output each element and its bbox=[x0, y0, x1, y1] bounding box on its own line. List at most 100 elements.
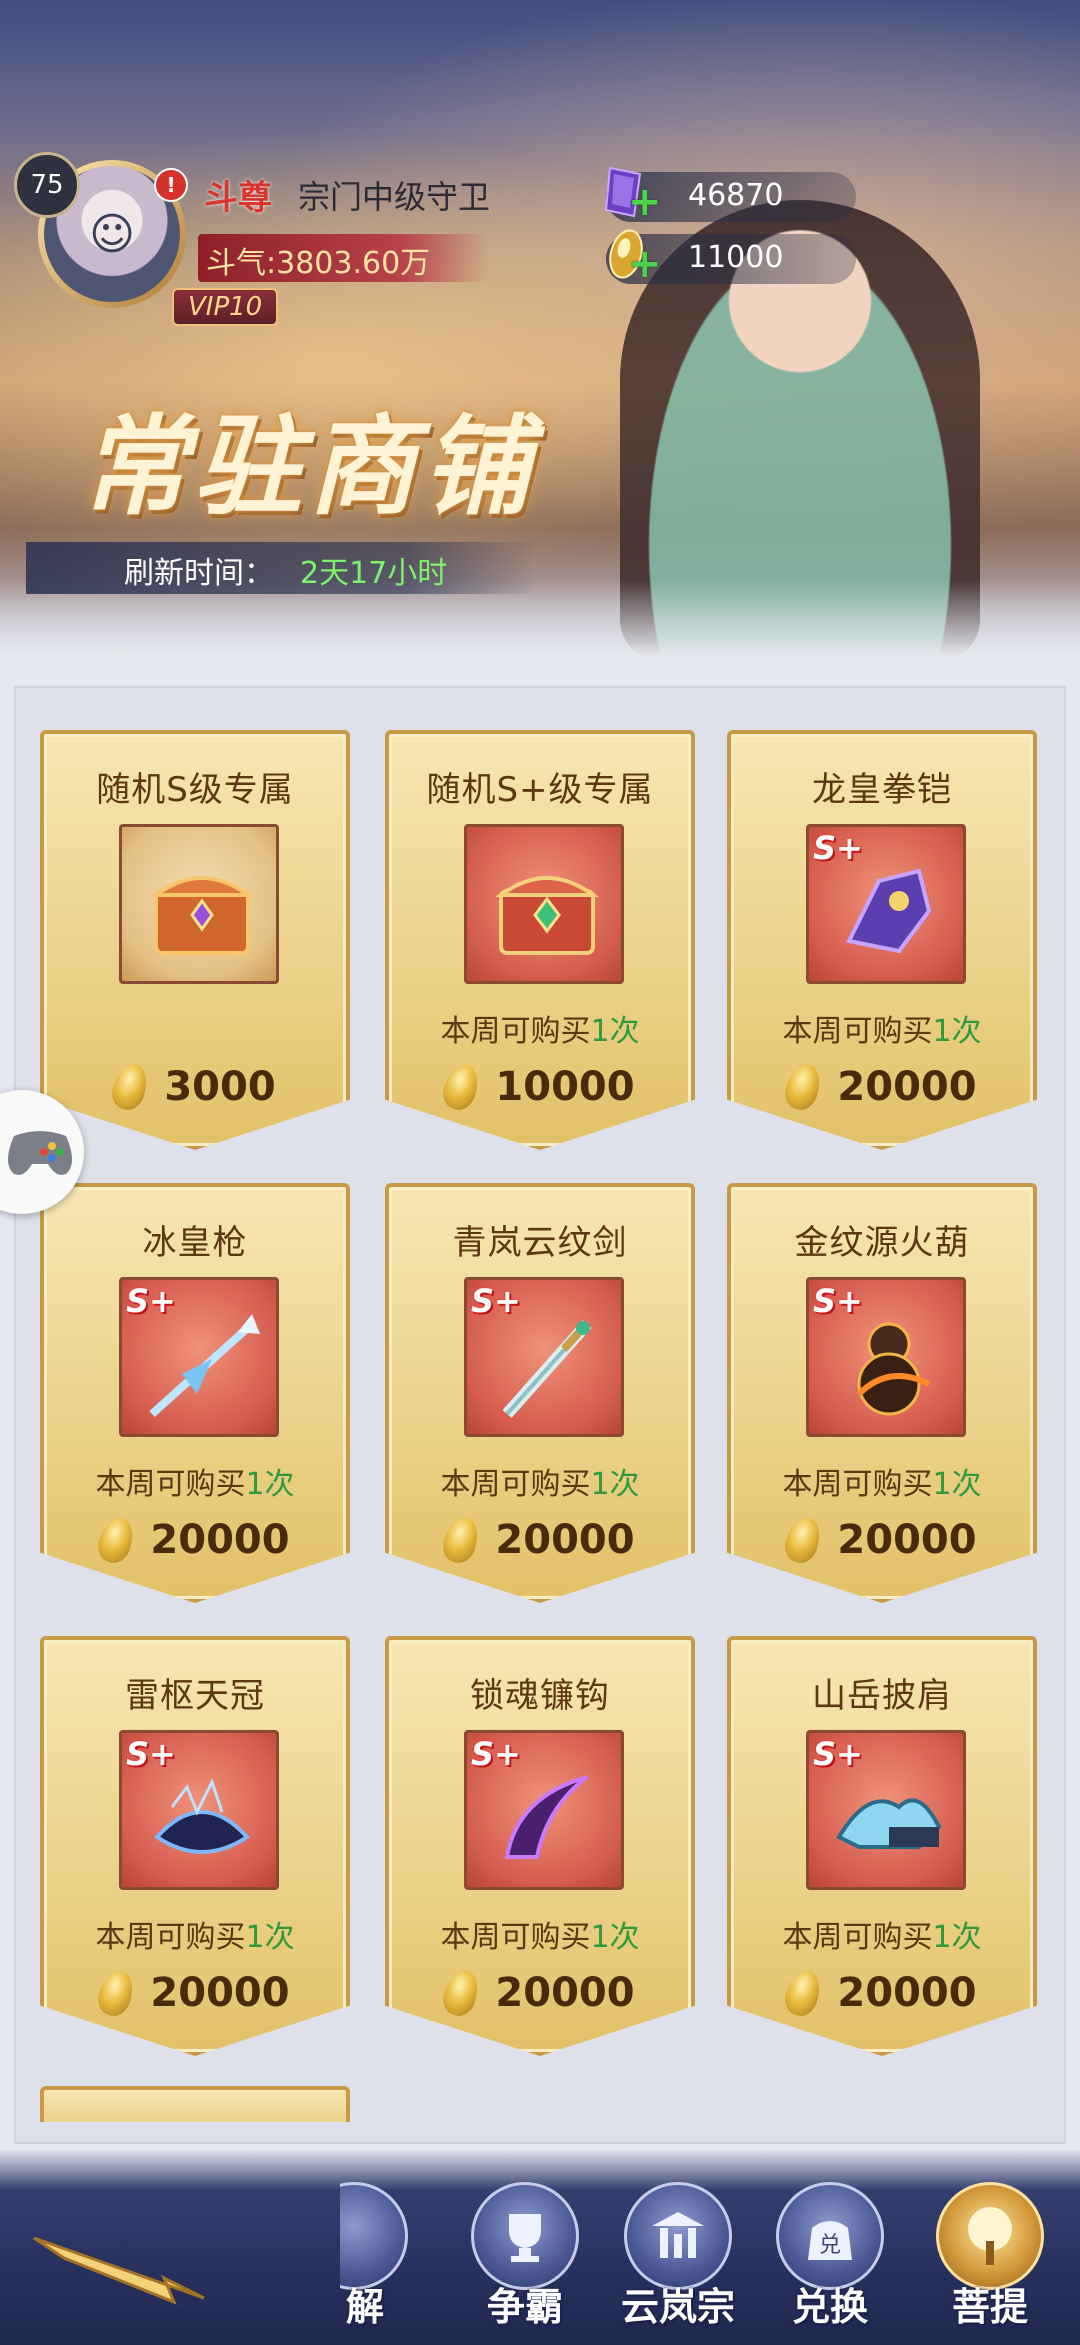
price-row: 10000 bbox=[389, 1060, 691, 1114]
nav-item-contest[interactable]: 争霸 bbox=[465, 2172, 585, 2342]
trophy-icon bbox=[509, 2214, 541, 2262]
gold-crystal-icon bbox=[781, 1966, 826, 2020]
item-frame bbox=[119, 824, 279, 984]
alert-badge: ! bbox=[154, 168, 188, 202]
item-frame: S+ bbox=[464, 1277, 624, 1437]
crown-icon bbox=[153, 1778, 251, 1854]
item-price: 20000 bbox=[837, 1064, 977, 1110]
purchase-limit: 本周可购买1次 bbox=[440, 1014, 640, 1049]
item-frame: S+ bbox=[119, 1277, 279, 1437]
sickle-icon bbox=[504, 1775, 589, 1859]
gauntlet-icon bbox=[846, 868, 932, 954]
nav-item-sect[interactable]: 云岚宗 bbox=[618, 2172, 738, 2342]
nav-label: 菩提 bbox=[951, 2285, 1028, 2329]
shop-item-card[interactable]: 冰皇枪 S+ 本周可购买1次 20000 bbox=[40, 1183, 350, 1603]
nav-item-bodhi[interactable]: 菩提 bbox=[930, 2172, 1050, 2342]
price-row: 3000 bbox=[44, 1060, 346, 1114]
shop-title: 常驻商铺 bbox=[80, 404, 537, 530]
vip-badge[interactable]: VIP10 bbox=[172, 288, 279, 326]
price-row: 20000 bbox=[731, 1513, 1033, 1567]
nav-icon-frame bbox=[624, 2182, 732, 2290]
shop-item-card[interactable]: 龙皇拳铠 S+ 本周可购买1次 20000 bbox=[727, 730, 1037, 1150]
item-frame: S+ bbox=[806, 1277, 966, 1437]
item-price: 20000 bbox=[150, 1970, 290, 2016]
shop-item-card[interactable]: 随机S+级专属 本周可购买1次 10000 bbox=[385, 730, 695, 1150]
player-name: 宗门中级守卫 bbox=[298, 178, 491, 216]
sect-gate-icon bbox=[652, 2212, 704, 2258]
gold-crystal-icon bbox=[94, 1513, 139, 1567]
item-price: 20000 bbox=[150, 1517, 290, 1563]
player-level-badge: 75 bbox=[14, 152, 80, 218]
sword-icon bbox=[502, 1320, 592, 1418]
item-name: 金纹源火葫 bbox=[794, 1223, 970, 1263]
exchange-badge-text: 兑 bbox=[819, 2233, 841, 2258]
item-name: 山岳披肩 bbox=[812, 1676, 952, 1716]
back-arrow-icon[interactable] bbox=[24, 2218, 224, 2308]
exchange-bag-icon: 兑 bbox=[808, 2221, 852, 2260]
shop-item-card[interactable]: 山岳披肩 S+ 本周可购买1次 20000 bbox=[727, 1636, 1037, 2056]
item-price: 20000 bbox=[495, 1517, 635, 1563]
shop-item-card-partial[interactable] bbox=[40, 2086, 350, 2122]
purchase-limit: 本周可购买1次 bbox=[782, 1014, 982, 1049]
gold-crystal-icon bbox=[781, 1513, 826, 1567]
price-row: 20000 bbox=[731, 1966, 1033, 2020]
item-price: 20000 bbox=[837, 1970, 977, 2016]
nav-label: 争霸 bbox=[486, 2285, 563, 2329]
gold-crystal-icon bbox=[94, 1966, 139, 2020]
item-name: 青岚云纹剑 bbox=[452, 1223, 628, 1263]
purchase-limit: 本周可购买1次 bbox=[782, 1920, 982, 1955]
gold-crystal-icon bbox=[439, 1513, 484, 1567]
add-purple-currency-button[interactable]: + bbox=[628, 182, 662, 222]
item-name: 随机S+级专属 bbox=[426, 770, 654, 810]
add-gold-currency-button[interactable]: + bbox=[628, 244, 662, 284]
shop-item-card[interactable]: 青岚云纹剑 S+ 本周可购买1次 20000 bbox=[385, 1183, 695, 1603]
nav-item-partial[interactable]: 解 bbox=[340, 2172, 430, 2342]
shop-item-card[interactable]: 随机S级专属 3000 bbox=[40, 730, 350, 1150]
price-row: 20000 bbox=[389, 1966, 691, 2020]
shop-item-card[interactable]: 雷枢天冠 S+ 本周可购买1次 20000 bbox=[40, 1636, 350, 2056]
item-frame bbox=[464, 824, 624, 984]
gourd-icon bbox=[856, 1322, 931, 1416]
price-row: 20000 bbox=[44, 1966, 346, 2020]
treasure-chest-icon bbox=[149, 876, 255, 955]
shop-item-card[interactable]: 锁魂镰钩 S+ 本周可购买1次 20000 bbox=[385, 1636, 695, 2056]
price-row: 20000 bbox=[44, 1513, 346, 1567]
purchase-limit: 本周可购买1次 bbox=[95, 1920, 295, 1955]
treasure-chest-icon bbox=[494, 876, 600, 955]
gamepad-icon bbox=[8, 1131, 72, 1175]
spear-icon bbox=[149, 1314, 260, 1417]
gold-crystal-icon bbox=[781, 1060, 826, 1114]
nav-item-exchange[interactable]: 兑 兑换 bbox=[770, 2172, 890, 2342]
item-name: 冰皇枪 bbox=[142, 1223, 248, 1263]
item-frame: S+ bbox=[464, 1730, 624, 1890]
item-frame: S+ bbox=[119, 1730, 279, 1890]
item-price: 20000 bbox=[837, 1517, 977, 1563]
item-price: 10000 bbox=[495, 1064, 635, 1110]
player-power: 斗气:3803.60万 bbox=[206, 246, 431, 281]
partial-icon bbox=[340, 2182, 408, 2290]
purchase-limit: 本周可购买1次 bbox=[440, 1467, 640, 1502]
nav-icon-frame: 兑 bbox=[776, 2182, 884, 2290]
price-row: 20000 bbox=[731, 1060, 1033, 1114]
item-price: 3000 bbox=[164, 1064, 276, 1110]
gold-crystal-icon bbox=[108, 1060, 153, 1114]
refresh-bar bbox=[26, 542, 536, 594]
gold-crystal-icon bbox=[439, 1966, 484, 2020]
item-name: 锁魂镰钩 bbox=[470, 1676, 610, 1716]
gold-currency-value: 11000 bbox=[688, 240, 784, 275]
item-frame: S+ bbox=[806, 824, 966, 984]
item-price: 20000 bbox=[495, 1970, 635, 2016]
nav-icon-frame bbox=[936, 2182, 1044, 2290]
shop-item-card[interactable]: 金纹源火葫 S+ 本周可购买1次 20000 bbox=[727, 1183, 1037, 1603]
item-name: 龙皇拳铠 bbox=[812, 770, 952, 810]
player-rank: 斗尊 bbox=[204, 178, 272, 218]
gold-crystal-icon bbox=[439, 1060, 484, 1114]
purchase-limit: 本周可购买1次 bbox=[782, 1467, 982, 1502]
nav-label: 解 bbox=[345, 2285, 384, 2329]
item-name: 随机S级专属 bbox=[96, 770, 294, 810]
bodhi-tree-icon bbox=[968, 2207, 1012, 2265]
shoulder-guard-icon bbox=[836, 1798, 942, 1849]
purchase-limit: 本周可购买1次 bbox=[440, 1920, 640, 1955]
refresh-countdown: 2天17小时 bbox=[300, 556, 448, 591]
item-frame: S+ bbox=[806, 1730, 966, 1890]
